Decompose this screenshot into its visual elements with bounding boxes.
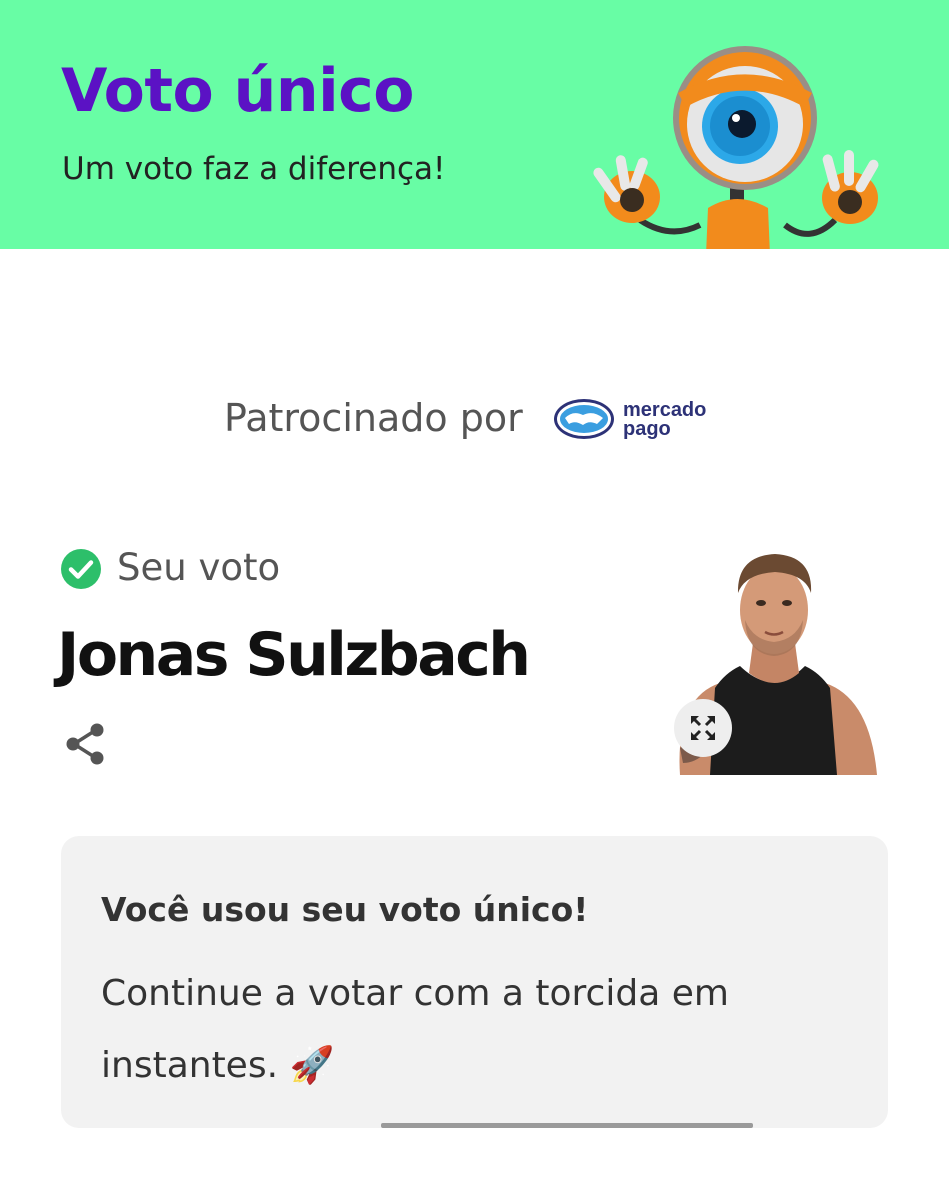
check-circle-icon [61,549,101,589]
vote-used-card: Você usou seu voto único! Continue a vot… [61,836,888,1128]
header-banner: Voto único Um voto faz a diferença! [0,0,949,249]
expand-icon [691,716,715,740]
your-vote-label: Seu voto [117,546,281,589]
big-brother-eye-mascot-icon [593,46,879,249]
sponsor-logo-line2: pago [623,418,671,440]
vote-used-message: Continue a votar com a torcida em instan… [101,973,729,1086]
page-title: Voto único [61,56,414,126]
scroll-indicator[interactable] [381,1123,753,1128]
share-icon[interactable] [64,722,108,766]
mercado-pago-logo-icon: mercado pago [554,399,706,440]
sponsor-label: Patrocinado por [224,396,523,440]
page-subtitle: Um voto faz a diferença! [62,151,446,187]
expand-photo-button[interactable] [674,699,732,757]
candidate-name: Jonas Sulzbach [57,620,531,690]
vote-used-title: Você usou seu voto único! [101,890,589,929]
